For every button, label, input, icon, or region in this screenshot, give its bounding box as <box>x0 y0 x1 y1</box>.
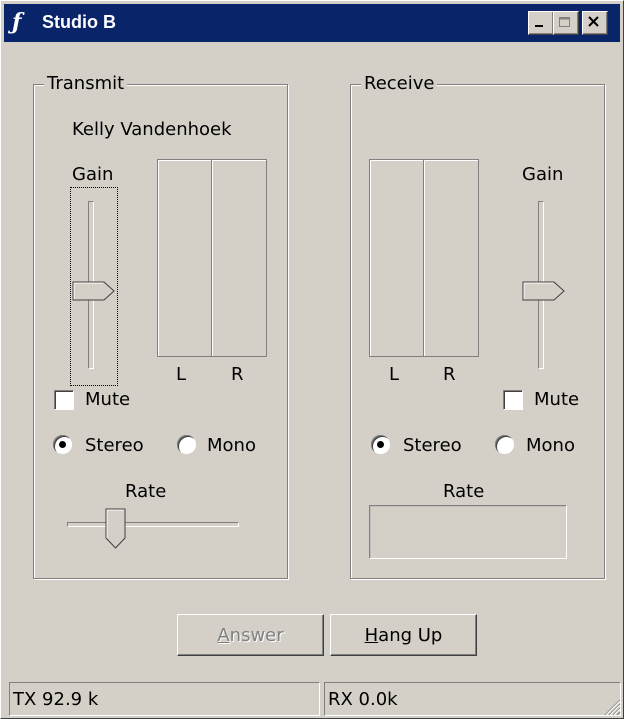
window-title: Studio B <box>42 12 116 32</box>
tx-meter-left-label: L <box>176 364 187 385</box>
rx-level-meter <box>369 159 479 357</box>
tx-mono-label: Mono <box>207 435 256 456</box>
rx-rate-label: Rate <box>443 481 485 502</box>
tx-gain-thumb[interactable] <box>72 281 116 303</box>
tx-mute-checkbox[interactable] <box>54 390 74 410</box>
rx-meter-divider <box>423 160 425 356</box>
rx-gain-label: Gain <box>522 164 564 185</box>
app-window: ƒ Studio B Transmit Kelly Vandenhoek Gai… <box>0 0 624 719</box>
hang-up-accesskey: H <box>364 625 379 646</box>
minimize-button[interactable] <box>528 11 554 35</box>
tx-level-meter <box>157 159 267 357</box>
maximize-icon <box>559 17 570 27</box>
status-tx: TX 92.9 k <box>9 682 320 716</box>
rx-gain-thumb[interactable] <box>522 281 566 303</box>
title-bar[interactable]: ƒ Studio B <box>4 4 620 42</box>
rx-meter-right-label: R <box>443 364 456 385</box>
rx-meter-left-label: L <box>389 364 400 385</box>
tx-stereo-label: Stereo <box>85 435 144 456</box>
tx-gain-label: Gain <box>72 164 114 185</box>
tx-stereo-radio[interactable] <box>53 435 72 454</box>
tx-rate-label: Rate <box>125 481 167 502</box>
maximize-button[interactable] <box>553 11 579 35</box>
hang-up-button[interactable]: Hang Up <box>330 614 477 656</box>
hang-up-label-rest: ang Up <box>378 625 443 646</box>
receive-group-label: Receive <box>361 74 438 94</box>
resize-grip-icon[interactable] <box>601 696 621 716</box>
tx-mute-label: Mute <box>85 389 131 410</box>
app-logo-icon: ƒ <box>12 9 22 35</box>
close-button[interactable] <box>582 11 608 35</box>
tx-meter-divider <box>211 160 213 356</box>
rx-stereo-radio[interactable] <box>371 435 390 454</box>
tx-rate-slider[interactable] <box>67 508 243 549</box>
close-icon <box>588 16 599 27</box>
minimize-icon <box>535 25 543 27</box>
rx-stereo-label: Stereo <box>403 435 462 456</box>
tx-rate-thumb[interactable] <box>105 508 127 550</box>
transmit-group-label: Transmit <box>44 74 128 94</box>
answer-accesskey: A <box>217 625 230 646</box>
rx-rate-display <box>369 505 567 559</box>
rx-mono-radio[interactable] <box>495 435 514 454</box>
rx-mono-label: Mono <box>526 435 575 456</box>
tx-mono-radio[interactable] <box>177 435 196 454</box>
answer-label-rest: nswer <box>229 625 284 646</box>
caller-name: Kelly Vandenhoek <box>72 119 232 140</box>
tx-meter-right-label: R <box>231 364 244 385</box>
tx-rate-track <box>67 522 239 527</box>
tx-gain-slider[interactable] <box>72 201 115 381</box>
rx-gain-slider[interactable] <box>522 201 565 381</box>
rx-mute-label: Mute <box>534 389 580 410</box>
rx-mute-checkbox[interactable] <box>503 390 523 410</box>
status-rx: RX 0.0k <box>324 682 621 716</box>
answer-button[interactable]: Answer <box>177 614 324 656</box>
tx-stereo-radio-dot <box>59 441 66 448</box>
rx-stereo-radio-dot <box>377 441 384 448</box>
